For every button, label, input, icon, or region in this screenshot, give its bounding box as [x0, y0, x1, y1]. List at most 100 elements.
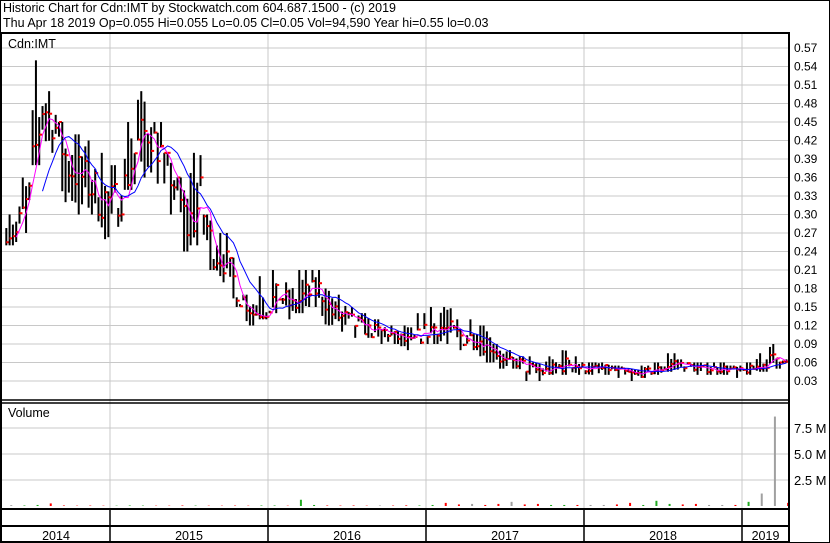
price-bar: [189, 172, 192, 246]
price-bar: [485, 331, 488, 363]
price-bar: [110, 165, 113, 214]
close-tick: [582, 363, 586, 366]
price-bar: [423, 313, 426, 330]
price-bar: [258, 276, 261, 320]
price-tick-label: 0.15: [794, 300, 818, 314]
price-tick-label: 0.39: [794, 152, 818, 166]
volume-bar: [299, 499, 302, 506]
close-tick: [467, 339, 471, 342]
volume-bar: [352, 505, 355, 506]
volume-bar: [457, 504, 460, 506]
price-bar: [765, 359, 768, 372]
price-bar: [775, 358, 778, 369]
close-tick: [542, 372, 546, 375]
price-tick-label: 0.48: [794, 97, 818, 111]
price-bar: [31, 110, 34, 166]
volume-bar: [760, 493, 763, 506]
price-bar: [212, 258, 215, 270]
price-bar: [344, 305, 347, 325]
price-bar: [397, 331, 400, 344]
price-bar: [74, 134, 77, 203]
year-label: 2018: [649, 529, 677, 543]
price-bar: [169, 162, 172, 215]
price-bar: [235, 297, 238, 307]
volume-bar: [431, 504, 434, 506]
close-tick: [151, 149, 155, 152]
price-bar: [64, 148, 67, 203]
price-bar: [722, 362, 725, 375]
price-bar: [229, 257, 232, 277]
price-bar: [173, 180, 176, 200]
price-bar: [341, 311, 344, 332]
close-tick: [648, 367, 652, 370]
close-tick: [371, 336, 375, 339]
price-bar: [314, 277, 317, 307]
price-bar: [406, 327, 409, 351]
volume-bar: [10, 505, 13, 506]
volume-bar: [589, 504, 592, 506]
price-tick-label: 0.30: [794, 208, 818, 222]
close-tick: [450, 320, 454, 323]
price-bar: [41, 106, 44, 130]
volume-bar: [273, 505, 276, 506]
volume-bar: [629, 502, 632, 506]
plot-border: [0, 32, 790, 543]
volume-bar: [708, 504, 711, 506]
close-tick: [773, 353, 777, 356]
close-tick: [236, 299, 240, 302]
volume-bars: [10, 416, 790, 506]
volume-tick-label: 5.0 M: [794, 447, 827, 462]
price-bar: [81, 156, 84, 205]
stock-chart: 0.03 0.06 0.09 0.12 0.15 0.18 0.21 0.24 0.27 0.30…: [0, 0, 830, 543]
volume-bar: [313, 504, 316, 506]
volume-bar: [747, 501, 750, 506]
close-tick: [200, 176, 204, 179]
close-tick: [424, 323, 428, 326]
price-bar: [123, 158, 126, 190]
price-bar: [44, 103, 47, 142]
volume-bar: [62, 505, 65, 506]
volume-bar: [510, 501, 513, 506]
price-bar: [94, 168, 97, 204]
price-tick-label: 0.21: [794, 263, 818, 277]
axis-labels: 0.03 0.06 0.09 0.12 0.15 0.18 0.21 0.24 0.27 0.30…: [42, 41, 826, 543]
price-bar: [143, 101, 146, 178]
price-bar: [248, 306, 251, 326]
volume-bar: [642, 504, 645, 506]
close-tick: [421, 341, 425, 344]
close-tick: [463, 343, 467, 346]
volume-tick-label: 7.5 M: [794, 421, 827, 436]
price-bar: [127, 122, 130, 190]
price-bar: [657, 362, 660, 375]
volume-bar: [378, 505, 381, 506]
price-bar: [209, 220, 212, 270]
year-label: 2017: [491, 529, 519, 543]
volume-bar: [694, 503, 697, 506]
volume-bar: [497, 503, 500, 506]
volume-bar: [405, 505, 408, 506]
close-tick: [52, 137, 56, 140]
price-bar: [192, 152, 195, 238]
close-tick: [460, 334, 464, 337]
volume-bar: [484, 504, 487, 506]
price-tick-label: 0.09: [794, 337, 818, 351]
price-bar: [163, 152, 166, 184]
price-bar: [202, 214, 205, 235]
price-bar: [298, 270, 301, 314]
close-tick: [65, 154, 69, 157]
close-tick: [121, 213, 125, 216]
price-bar: [77, 134, 80, 215]
price-bar: [380, 328, 383, 344]
close-tick: [19, 212, 23, 215]
price-bar: [8, 214, 11, 246]
volume-bar: [23, 505, 26, 506]
price-bar: [156, 132, 159, 184]
price-bar: [48, 91, 51, 141]
price-tick-label: 0.18: [794, 282, 818, 296]
volume-bar: [602, 504, 605, 506]
volume-bar: [444, 502, 447, 506]
close-tick: [319, 282, 323, 285]
volume-bar: [36, 504, 39, 506]
close-tick: [608, 369, 612, 372]
price-bar: [18, 206, 21, 224]
